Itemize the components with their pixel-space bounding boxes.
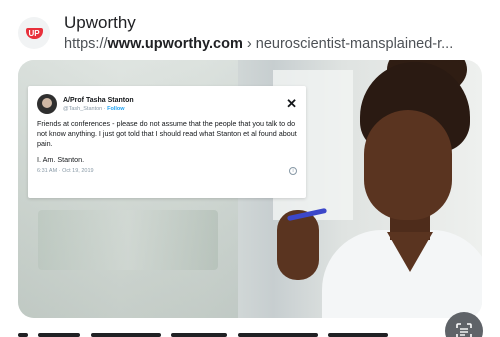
tweet-author-handle: @Tash_Stanton · Follow: [63, 105, 125, 112]
tweet-author-name: A/Prof Tasha Stanton: [63, 96, 134, 104]
info-icon: i: [289, 167, 297, 175]
site-name: Upworthy: [64, 13, 136, 32]
face: [364, 110, 452, 220]
tweet-card: A/Prof Tasha Stanton @Tash_Stanton · Fol…: [28, 86, 306, 198]
tweet-handle-text: @Tash_Stanton: [63, 105, 103, 112]
hand: [277, 210, 319, 280]
tweet-header: A/Prof Tasha Stanton @Tash_Stanton · Fol…: [37, 93, 297, 115]
url-path: › neuroscientist-mansplained-r...: [242, 36, 454, 52]
scientist-photo: [277, 60, 482, 318]
tweet-footer: 6:31 AM · Oct 19, 2019 i: [37, 167, 297, 175]
tweet-signoff: I. Am. Stanton.: [37, 155, 85, 164]
search-result-header[interactable]: UP Upworthy https://www.upworthy.com › n…: [18, 10, 488, 56]
result-title-preview: [18, 328, 418, 337]
title-word-mark: [328, 333, 389, 337]
title-word-mark: [171, 333, 228, 337]
tweet-timestamp: 6:31 AM · Oct 19, 2019: [37, 168, 94, 174]
title-word-mark: [18, 333, 28, 337]
url-prefix: https://: [64, 36, 108, 52]
title-word-mark: [237, 333, 318, 337]
tweet-follow-link: Follow: [107, 105, 125, 112]
site-url[interactable]: https://www.upworthy.com › neuroscientis…: [64, 34, 484, 54]
tweet-author: A/Prof Tasha Stanton @Tash_Stanton · Fol…: [63, 96, 134, 113]
background-shelf: [38, 210, 218, 270]
result-thumbnail[interactable]: A/Prof Tasha Stanton @Tash_Stanton · Fol…: [18, 60, 482, 318]
url-domain: www.upworthy.com: [107, 36, 243, 52]
upworthy-logo-icon: UP: [25, 27, 43, 39]
visual-search-icon: [456, 323, 472, 337]
tweet-avatar: [37, 94, 57, 114]
title-word-mark: [38, 333, 81, 337]
title-word-mark: [90, 333, 161, 337]
tweet-body: Friends at conferences - please do not a…: [37, 119, 297, 148]
x-logo-icon: ✕: [286, 96, 297, 111]
site-favicon: UP: [18, 17, 50, 49]
site-info: Upworthy https://www.upworthy.com › neur…: [64, 12, 484, 54]
